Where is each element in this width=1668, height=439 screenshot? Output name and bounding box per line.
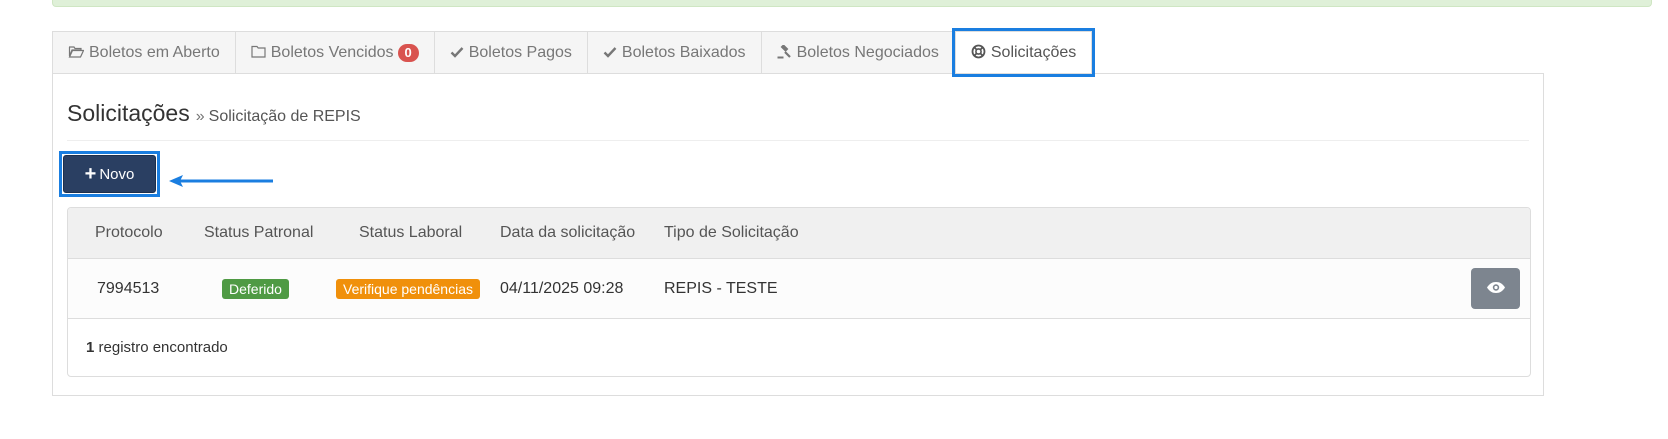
table-footer: 1 registro encontrado — [68, 319, 1530, 376]
life-ring-icon — [971, 44, 986, 62]
header-protocolo: Protocolo — [95, 224, 163, 241]
annotation-arrow — [169, 175, 273, 187]
header-data-solicitacao: Data da solicitação — [500, 224, 636, 241]
table-header: Protocolo Status Patronal Status Laboral… — [68, 208, 1530, 259]
breadcrumb-separator: » — [195, 108, 205, 125]
tab-label: Boletos em Aberto — [89, 44, 220, 61]
eye-icon — [1486, 281, 1506, 297]
header-tipo-solicitacao: Tipo de Solicitação — [664, 224, 799, 241]
novo-button-label: Novo — [99, 165, 135, 183]
tab-label: Boletos Vencidos — [270, 44, 394, 61]
gavel-icon — [777, 43, 792, 62]
solicitacoes-table: Protocolo Status Patronal Status Laboral… — [67, 207, 1531, 377]
status-badge: Deferido — [222, 278, 289, 299]
page-title-text: Solicitações — [67, 100, 190, 126]
cell-data: 04/11/2025 09:28 — [500, 279, 624, 297]
cell-tipo: REPIS - TESTE — [664, 279, 778, 297]
header-status-laboral: Status Laboral — [359, 224, 463, 241]
check-icon — [603, 45, 617, 61]
tab-label: Boletos Negociados — [796, 44, 939, 61]
page-subtitle: Solicitação de REPIS — [208, 108, 361, 125]
plus-icon: + — [84, 163, 97, 185]
overdue-count-badge: 0 — [397, 44, 419, 62]
folder-icon — [251, 45, 266, 61]
tab-label: Boletos Pagos — [468, 44, 572, 61]
tab-bar: Boletos em Aberto Boletos Vencidos 0 Bol… — [52, 28, 1096, 77]
tab-boletos-negociados[interactable]: Boletos Negociados — [761, 31, 955, 74]
table-row: 7994513 Deferido Verifique pendências 04… — [68, 259, 1530, 319]
record-count: 1 registro encontrado — [86, 319, 228, 376]
page-title: Solicitações » Solicitação de REPIS — [67, 100, 361, 127]
record-count-number: 1 — [86, 339, 95, 356]
folder-open-icon — [68, 45, 85, 61]
tab-boletos-vencidos[interactable]: Boletos Vencidos 0 — [235, 31, 435, 74]
novo-button[interactable]: + Novo — [63, 155, 156, 193]
tab-label: Solicitações — [990, 43, 1077, 61]
tab-content-panel: Solicitações » Solicitação de REPIS + Novo… — [52, 73, 1544, 396]
tab-label: Boletos Baixados — [621, 44, 746, 61]
cell-protocolo: 7994513 — [97, 279, 160, 297]
novo-button-highlight: + Novo — [59, 151, 160, 197]
tab-solicitacoes[interactable]: Solicitações — [951, 28, 1096, 77]
status-badge: Verifique pendências — [336, 278, 480, 299]
record-count-text: registro encontrado — [98, 339, 228, 356]
tab-boletos-baixados[interactable]: Boletos Baixados — [587, 31, 762, 74]
cell-status-patronal: Deferido — [222, 259, 289, 318]
view-button[interactable] — [1471, 268, 1520, 309]
tab-boletos-pagos[interactable]: Boletos Pagos — [434, 31, 588, 74]
cell-status-laboral: Verifique pendências — [336, 259, 480, 318]
title-divider — [67, 140, 1529, 141]
alert-strip — [52, 0, 1652, 7]
tab-boletos-em-aberto[interactable]: Boletos em Aberto — [52, 31, 236, 74]
check-icon — [450, 45, 464, 61]
header-status-patronal: Status Patronal — [204, 224, 314, 241]
